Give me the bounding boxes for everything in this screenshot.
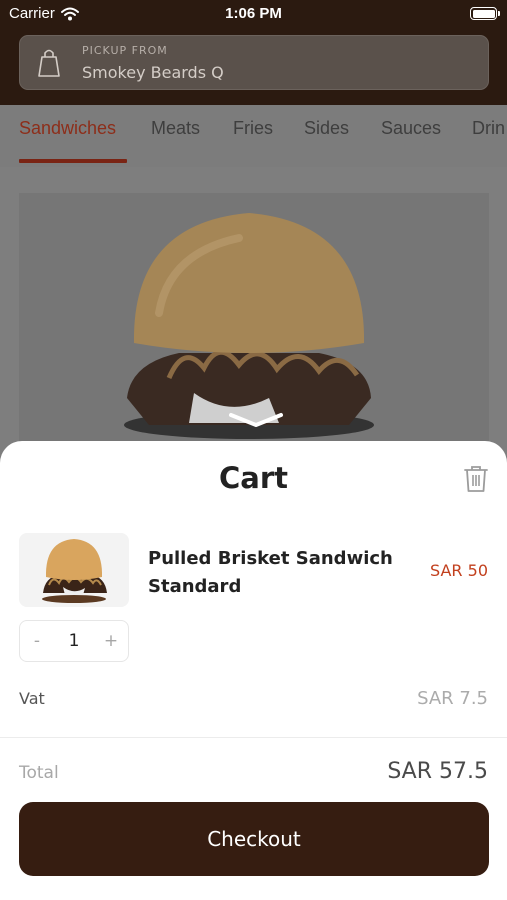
cart-item-image: [19, 533, 129, 607]
shopping-bag-icon: [38, 49, 60, 77]
cart-item-price: SAR 50: [430, 561, 488, 580]
checkout-button[interactable]: Checkout: [19, 802, 489, 876]
pickup-location-name: Smokey Beards Q: [82, 63, 224, 82]
tab-sauces[interactable]: Sauces: [381, 118, 441, 139]
decrease-quantity-button[interactable]: -: [20, 631, 54, 651]
clock: 1:06 PM: [225, 5, 282, 22]
cart-sheet: Cart Pulled Brisket Sandwich Standard SA…: [0, 441, 507, 900]
tab-sides[interactable]: Sides: [304, 118, 349, 139]
active-tab-indicator: [19, 159, 127, 163]
tab-fries[interactable]: Fries: [233, 118, 273, 139]
vat-label: Vat: [19, 689, 45, 708]
total-label: Total: [19, 763, 59, 783]
increase-quantity-button[interactable]: +: [94, 631, 128, 651]
tab-meats[interactable]: Meats: [151, 118, 200, 139]
product-image: [19, 193, 489, 443]
quantity-stepper: - 1 +: [19, 620, 129, 662]
divider: [0, 737, 507, 738]
vat-value: SAR 7.5: [417, 688, 488, 709]
chevron-down-icon[interactable]: [228, 411, 284, 429]
category-tabs: Sandwiches Meats Fries Sides Sauces Drin: [0, 105, 507, 167]
quantity-value: 1: [68, 631, 80, 651]
tab-drinks[interactable]: Drin: [472, 118, 505, 139]
trash-icon[interactable]: [463, 465, 489, 493]
app-header: PICKUP FROM Smokey Beards Q: [0, 28, 507, 105]
cart-title: Cart: [218, 461, 289, 495]
total-value: SAR 57.5: [387, 759, 488, 784]
pickup-label: PICKUP FROM: [82, 44, 168, 57]
battery-icon: [470, 7, 500, 20]
cart-item-variant: Standard: [148, 576, 242, 597]
cart-item-name: Pulled Brisket Sandwich Standard: [148, 545, 393, 601]
cart-item-title: Pulled Brisket Sandwich: [148, 548, 393, 569]
status-bar: Carrier 1:06 PM: [0, 0, 507, 28]
tab-sandwiches[interactable]: Sandwiches: [19, 118, 116, 139]
pickup-location-selector[interactable]: PICKUP FROM Smokey Beards Q: [19, 35, 489, 90]
